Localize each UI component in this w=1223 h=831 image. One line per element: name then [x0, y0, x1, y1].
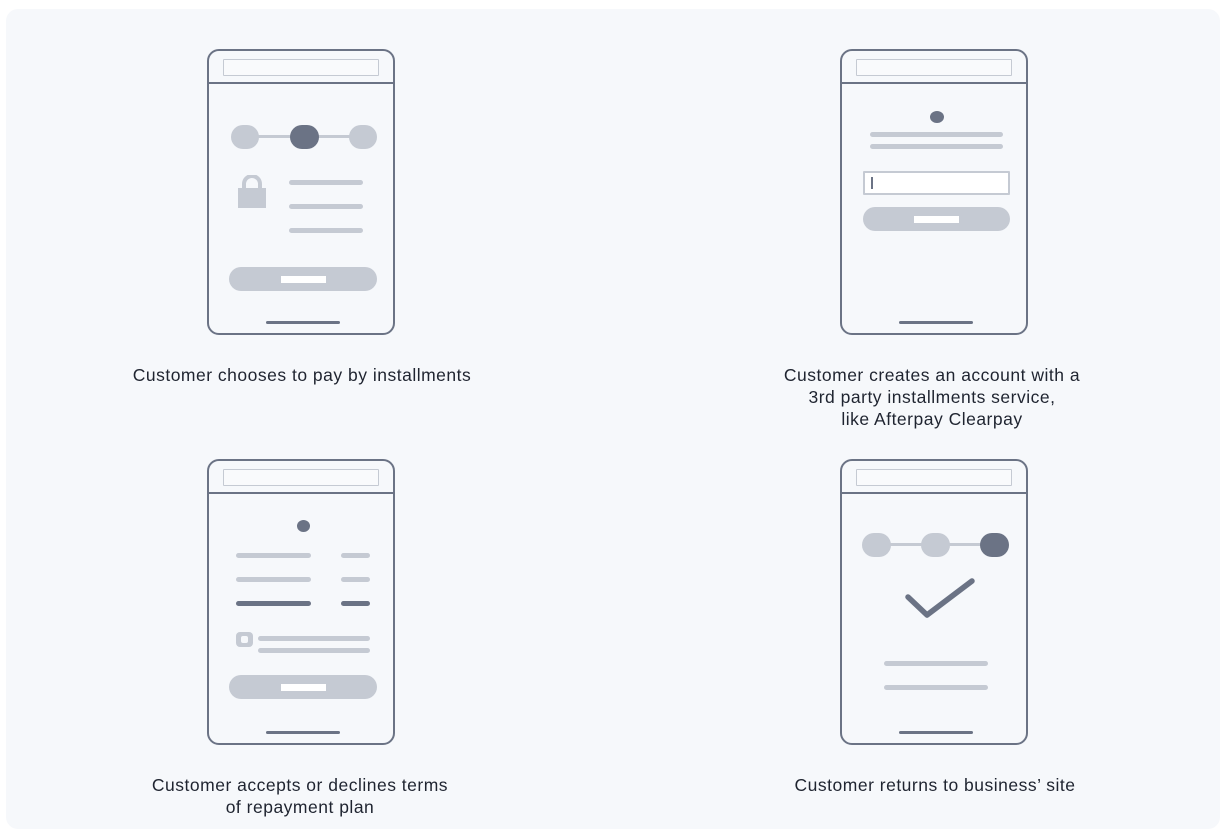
text-line: [870, 144, 1003, 149]
terms-line-value: [341, 553, 370, 558]
step-dot-3-active: [980, 533, 1009, 557]
step-3-caption: Customer accepts or declines terms of re…: [151, 775, 449, 817]
checkbox-icon: [236, 632, 253, 647]
terms-total-value: [341, 601, 370, 606]
phone-step-1: [207, 49, 395, 335]
create-account-button: [863, 207, 1010, 231]
account-input-field: [863, 171, 1010, 195]
step-dot-2: [921, 533, 950, 557]
step-2-caption: Customer creates an account with a 3rd p…: [783, 365, 1081, 429]
home-indicator: [266, 731, 340, 734]
phone-step-3: [207, 459, 395, 745]
phone-step-2: [840, 49, 1028, 335]
terms-line-label: [236, 553, 311, 558]
text-line: [884, 685, 988, 690]
accept-button: [229, 675, 377, 699]
url-bar: [856, 469, 1012, 486]
text-line: [884, 661, 988, 666]
url-bar: [223, 59, 379, 76]
home-indicator: [266, 321, 340, 324]
phone-topbar: [209, 461, 393, 494]
terms-total-label: [236, 601, 311, 606]
logo-dot: [930, 111, 944, 123]
phone-topbar: [842, 51, 1026, 84]
terms-line-value: [341, 577, 370, 582]
text-cursor-icon: [871, 177, 873, 189]
url-bar: [223, 469, 379, 486]
step-4-caption: Customer returns to business’ site: [794, 775, 1076, 795]
step-1-caption: Customer chooses to pay by installments: [132, 365, 472, 385]
agreement-text-line: [258, 636, 370, 641]
progress-stepper: [231, 125, 377, 149]
phone-step-4: [840, 459, 1028, 745]
step-dot-1: [862, 533, 891, 557]
text-line: [870, 132, 1003, 137]
text-line: [289, 228, 363, 233]
lock-icon: [238, 175, 266, 208]
logo-dot: [297, 520, 310, 532]
text-line: [289, 180, 363, 185]
step-dot-1: [231, 125, 259, 149]
home-indicator: [899, 731, 973, 734]
terms-line-label: [236, 577, 311, 582]
url-bar: [856, 59, 1012, 76]
checkmark-icon: [905, 578, 975, 618]
continue-button: [229, 267, 377, 291]
text-line: [289, 204, 363, 209]
step-dot-2-active: [290, 125, 319, 149]
agreement-text-line: [258, 648, 370, 653]
phone-topbar: [209, 51, 393, 84]
home-indicator: [899, 321, 973, 324]
step-dot-3: [349, 125, 377, 149]
phone-topbar: [842, 461, 1026, 494]
progress-stepper: [862, 533, 1010, 557]
